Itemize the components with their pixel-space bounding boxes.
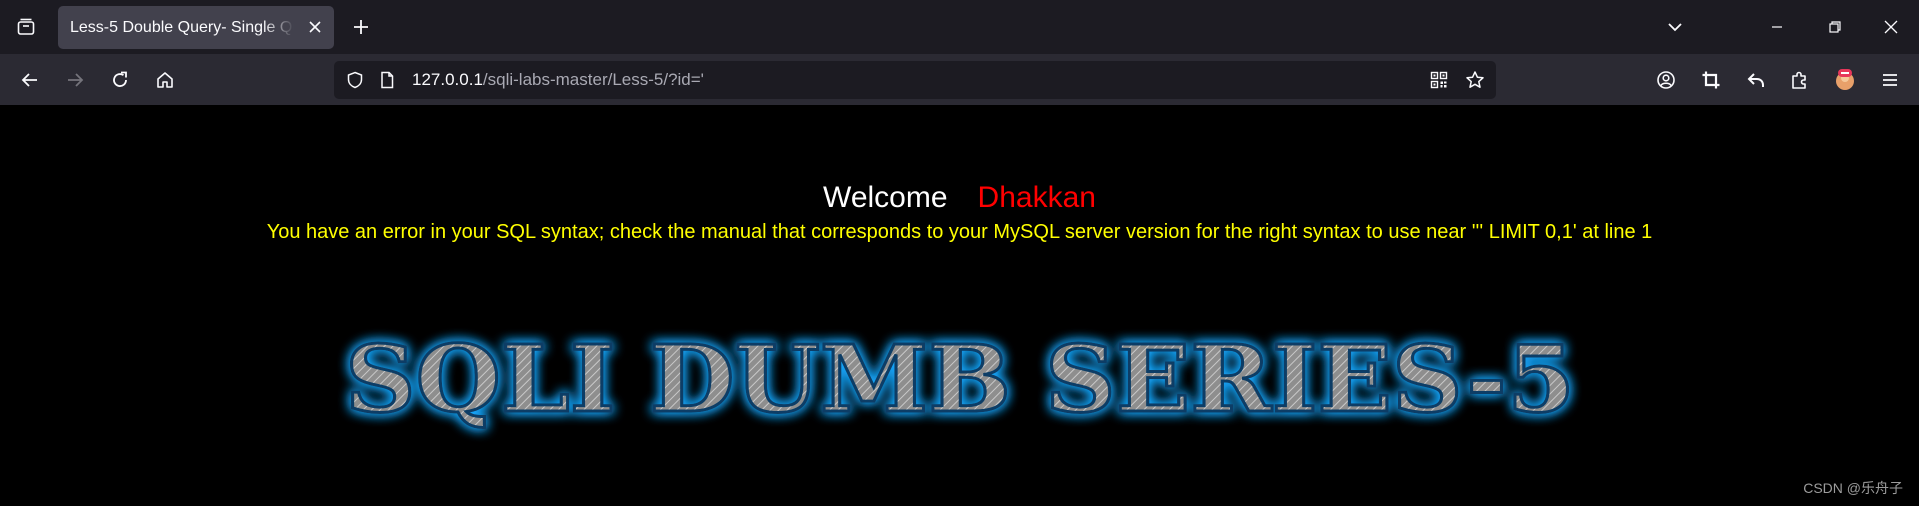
star-icon[interactable] — [1464, 69, 1486, 91]
reload-icon[interactable] — [104, 64, 136, 96]
home-icon[interactable] — [149, 64, 181, 96]
shield-icon[interactable] — [344, 69, 366, 91]
qr-code-icon[interactable] — [1428, 69, 1450, 91]
series-banner: SQLI DUMB SERIES-5 — [330, 315, 1590, 445]
url-bar[interactable]: 127.0.0.1/sqli-labs-master/Less-5/?id=' — [334, 61, 1496, 99]
minimize-icon[interactable] — [1760, 10, 1794, 44]
sql-error-message: You have an error in your SQL syntax; ch… — [266, 221, 1653, 243]
undo-icon[interactable] — [1740, 64, 1772, 96]
plus-icon[interactable] — [348, 14, 374, 40]
url-text[interactable]: 127.0.0.1/sqli-labs-master/Less-5/?id=' — [412, 61, 704, 99]
banner-text: SQLI DUMB SERIES-5 — [345, 325, 1575, 433]
welcome-heading: Welcome Dhakkan — [0, 181, 1919, 215]
tab-title: Less-5 Double Query- Single Quotes- Stri… — [70, 18, 294, 36]
page-content: Welcome Dhakkan You have an error in your… — [0, 105, 1919, 506]
close-icon[interactable] — [304, 16, 326, 38]
crop-icon[interactable] — [1695, 64, 1727, 96]
user-name: Dhakkan — [977, 181, 1096, 214]
arrow-left-icon[interactable] — [14, 64, 46, 96]
active-tab[interactable]: Less-5 Double Query- Single Quotes- Stri… — [58, 6, 334, 49]
avatar-icon[interactable] — [1829, 64, 1861, 96]
hamburger-icon[interactable] — [1874, 64, 1906, 96]
watermark: CSDN @乐舟子 — [1803, 480, 1903, 496]
close-window-icon[interactable] — [1874, 10, 1908, 44]
url-host: 127.0.0.1 — [412, 70, 483, 89]
navigation-bar: 127.0.0.1/sqli-labs-master/Less-5/?id=' — [0, 54, 1919, 105]
puzzle-icon[interactable] — [1784, 64, 1816, 96]
url-path: /sqli-labs-master/Less-5/?id=' — [482, 70, 704, 89]
restore-icon[interactable] — [1818, 10, 1852, 44]
chevron-down-icon[interactable] — [1662, 14, 1688, 40]
tab-bar: Less-5 Double Query- Single Quotes- Stri… — [0, 0, 1919, 54]
arrow-right-icon[interactable] — [59, 64, 91, 96]
account-icon[interactable] — [1650, 64, 1682, 96]
tab-list-icon[interactable] — [12, 13, 40, 41]
welcome-text: Welcome — [823, 181, 948, 214]
page-icon[interactable] — [376, 69, 398, 91]
